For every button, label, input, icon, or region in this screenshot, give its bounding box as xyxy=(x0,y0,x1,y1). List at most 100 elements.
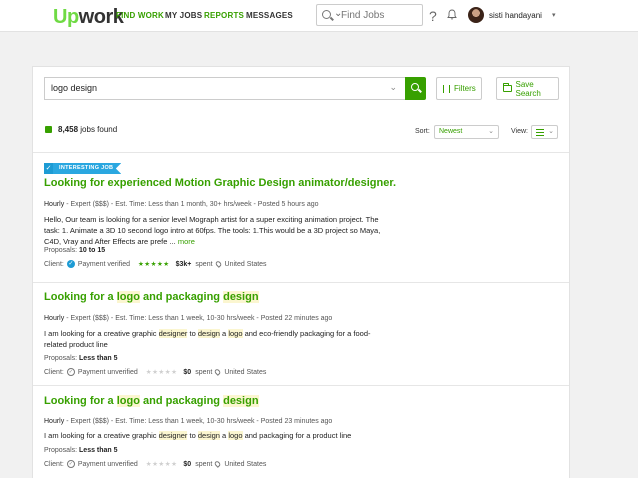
jobs-count-suffix: jobs found xyxy=(80,125,118,134)
title-highlight: design xyxy=(223,291,259,303)
chevron-down-icon[interactable]: ▾ xyxy=(552,11,556,19)
nav-messages[interactable]: MESSAGES xyxy=(246,11,293,20)
sort-select[interactable]: Newest ⌄ xyxy=(434,125,499,139)
client-spent: $3k+ xyxy=(175,260,192,268)
client-location: United States xyxy=(224,460,267,468)
view-label: View: xyxy=(511,128,528,135)
desc-text: I am looking for a creative graphic xyxy=(44,329,159,338)
job-title-link[interactable]: Looking for a logo and packaging design xyxy=(44,395,259,407)
upwork-logo[interactable]: Upwork xyxy=(53,6,124,29)
job-description: Hello, Our team is looking for a senior … xyxy=(44,214,384,247)
unverified-icon: ✓ xyxy=(66,368,75,376)
job-card: Looking for a logo and packaging design … xyxy=(44,394,564,474)
proposals-label: Proposals: xyxy=(44,447,78,454)
desc-highlight: logo xyxy=(228,329,243,338)
find-jobs-input[interactable] xyxy=(341,8,419,22)
avatar[interactable] xyxy=(468,7,484,23)
sort-label: Sort: xyxy=(415,128,430,135)
rating-stars: ★★★★★ xyxy=(145,461,178,468)
client-info: Client: ✓ Payment unverified ★★★★★ $0 sp… xyxy=(44,460,266,468)
search-submit-button[interactable] xyxy=(405,77,426,100)
job-query-input[interactable] xyxy=(51,83,371,93)
nav-reports[interactable]: REPORTS xyxy=(204,11,244,20)
more-link[interactable]: more xyxy=(178,237,195,246)
job-card: ✓ INTERESTING JOB Looking for experience… xyxy=(44,163,564,275)
job-description: I am looking for a creative graphic desi… xyxy=(44,328,384,350)
rating-stars: ★★★★★ xyxy=(145,369,178,376)
job-type: Hourly xyxy=(44,315,65,322)
divider xyxy=(33,282,569,283)
job-search-panel: ⌄ Filters Save Search 8,458 jobs found S… xyxy=(32,66,570,478)
spent-label: spent xyxy=(195,368,213,376)
chevron-down-icon[interactable]: ⌄ xyxy=(389,82,397,93)
job-proposals: Proposals: Less than 5 xyxy=(44,447,118,454)
chevron-down-icon: ⌄ xyxy=(548,128,554,135)
location-pin-icon xyxy=(213,460,222,468)
nav-find-work[interactable]: FIND WORK xyxy=(116,11,164,20)
rss-icon[interactable] xyxy=(45,126,52,133)
desc-text: to xyxy=(187,431,198,440)
title-text: and packaging xyxy=(139,395,224,407)
proposals-value: Less than 5 xyxy=(79,447,118,454)
client-label: Client: xyxy=(44,460,64,468)
proposals-value: 10 to 15 xyxy=(79,247,106,254)
client-location: United States xyxy=(224,260,267,268)
title-highlight: logo xyxy=(116,395,140,407)
title-text: and packaging xyxy=(139,291,224,303)
title-text: Looking for a xyxy=(44,395,117,407)
payment-status: Payment verified xyxy=(77,260,130,268)
chevron-down-icon: ⌄ xyxy=(488,128,494,135)
client-info: Client: ✓ Payment unverified ★★★★★ $0 sp… xyxy=(44,368,266,376)
rating-stars: ★★★★★ xyxy=(137,261,170,268)
badge-label: INTERESTING JOB xyxy=(53,163,122,174)
job-meta-details: - Expert ($$$) - Est. Time: Less than 1 … xyxy=(66,418,333,425)
client-location: United States xyxy=(224,368,267,376)
proposals-label: Proposals: xyxy=(44,247,78,254)
jobs-count-number: 8,458 xyxy=(58,125,79,134)
save-search-button[interactable]: Save Search xyxy=(496,77,559,100)
proposals-label: Proposals: xyxy=(44,355,78,362)
find-jobs-search[interactable]: ⌄ xyxy=(316,4,423,26)
title-text: Looking for a xyxy=(44,291,117,303)
filters-label: Filters xyxy=(454,84,476,93)
desc-highlight: designer xyxy=(158,329,188,338)
job-description: I am looking for a creative graphic desi… xyxy=(44,430,424,441)
logo-up-text: Up xyxy=(53,6,79,28)
folder-icon xyxy=(503,83,512,92)
save-search-label: Save Search xyxy=(515,79,541,98)
location-pin-icon xyxy=(214,260,222,268)
job-title-link[interactable]: Looking for experienced Motion Graphic D… xyxy=(44,177,396,189)
unverified-icon: ✓ xyxy=(66,460,75,468)
title-highlight: design xyxy=(223,395,259,407)
job-meta-details: - Expert ($$$) - Est. Time: Less than 1 … xyxy=(66,315,333,322)
job-query-field[interactable]: ⌄ xyxy=(44,77,405,100)
bell-icon[interactable] xyxy=(447,9,457,20)
job-meta: Hourly - Expert ($$$) - Est. Time: Less … xyxy=(44,418,332,425)
nav-my-jobs[interactable]: MY JOBS xyxy=(165,11,202,20)
user-name[interactable]: sisti handayani xyxy=(489,11,542,20)
desc-highlight: design xyxy=(197,329,220,338)
divider xyxy=(33,385,569,386)
search-icon[interactable] xyxy=(322,10,331,19)
desc-highlight: logo xyxy=(228,431,243,440)
desc-highlight: design xyxy=(197,431,220,440)
location-pin-icon xyxy=(213,368,222,376)
desc-highlight: designer xyxy=(158,431,188,440)
filters-button[interactable]: Filters xyxy=(436,77,482,100)
view-select[interactable]: ⌄ xyxy=(531,125,558,139)
spent-label: spent xyxy=(195,460,213,468)
verified-check-icon: ✓ xyxy=(66,260,75,268)
help-icon[interactable]: ? xyxy=(429,8,437,24)
job-meta-details: - Expert ($$$) - Est. Time: Less than 1 … xyxy=(66,201,319,208)
spent-label: spent xyxy=(195,260,213,268)
client-spent: $0 xyxy=(183,460,192,468)
job-proposals: Proposals: 10 to 15 xyxy=(44,247,105,254)
filters-icon xyxy=(443,84,450,93)
job-card: Looking for a logo and packaging design … xyxy=(44,289,564,379)
search-icon xyxy=(411,83,419,91)
job-meta: Hourly - Expert ($$$) - Est. Time: Less … xyxy=(44,315,332,322)
job-title-link[interactable]: Looking for a logo and packaging design xyxy=(44,291,259,303)
proposals-value: Less than 5 xyxy=(79,355,118,362)
top-navigation-bar: Upwork FIND WORK MY JOBS REPORTS MESSAGE… xyxy=(0,0,638,32)
desc-text: I am looking for a creative graphic xyxy=(44,431,159,440)
